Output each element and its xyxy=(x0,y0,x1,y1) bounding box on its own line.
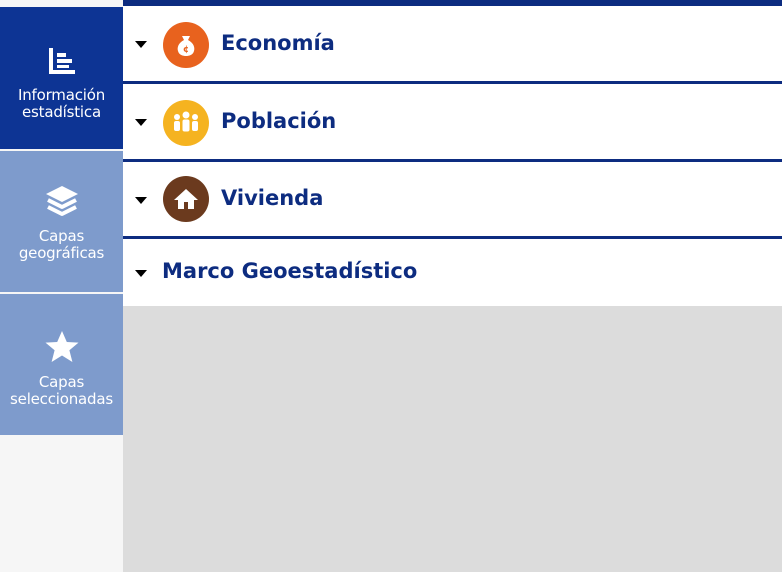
category-label: Economía xyxy=(221,31,335,55)
sidebar-item-informacion-estadistica[interactable]: Información estadística xyxy=(0,7,123,149)
sidebar-item-label: Capas xyxy=(38,227,85,245)
layers-icon xyxy=(44,184,80,222)
star-icon xyxy=(44,330,80,368)
bar-list-icon xyxy=(46,45,78,81)
category-row-marco-geoestadistico[interactable]: Marco Geoestadístico xyxy=(123,239,782,306)
svg-text:¢: ¢ xyxy=(183,45,189,55)
money-bag-icon: ¢ xyxy=(163,22,209,68)
sidebar-item-label: Capas xyxy=(38,373,85,391)
sidebar-item-capas-seleccionadas[interactable]: Capas seleccionadas xyxy=(0,294,123,435)
category-panel: ¢ Economía Población Vivienda Marco Geoe… xyxy=(123,0,782,572)
category-label: Marco Geoestadístico xyxy=(162,259,418,283)
category-label: Población xyxy=(221,109,337,133)
category-row-poblacion[interactable]: Población xyxy=(123,84,782,162)
caret-down-icon xyxy=(135,270,147,277)
sidebar-item-label: estadística xyxy=(22,103,101,121)
sidebar: Información estadística Capas geográfica… xyxy=(0,0,123,572)
category-row-vivienda[interactable]: Vivienda xyxy=(123,162,782,239)
sidebar-item-capas-geograficas[interactable]: Capas geográficas xyxy=(0,151,123,292)
caret-down-icon xyxy=(135,119,147,126)
house-icon xyxy=(163,176,209,222)
sidebar-item-label: geográficas xyxy=(18,244,105,262)
category-row-economia[interactable]: ¢ Economía xyxy=(123,6,782,84)
caret-down-icon xyxy=(135,41,147,48)
sidebar-item-label: seleccionadas xyxy=(10,390,113,408)
sidebar-item-label: Información xyxy=(18,86,105,104)
category-label: Vivienda xyxy=(221,186,324,210)
people-icon xyxy=(163,100,209,146)
caret-down-icon xyxy=(135,197,147,204)
